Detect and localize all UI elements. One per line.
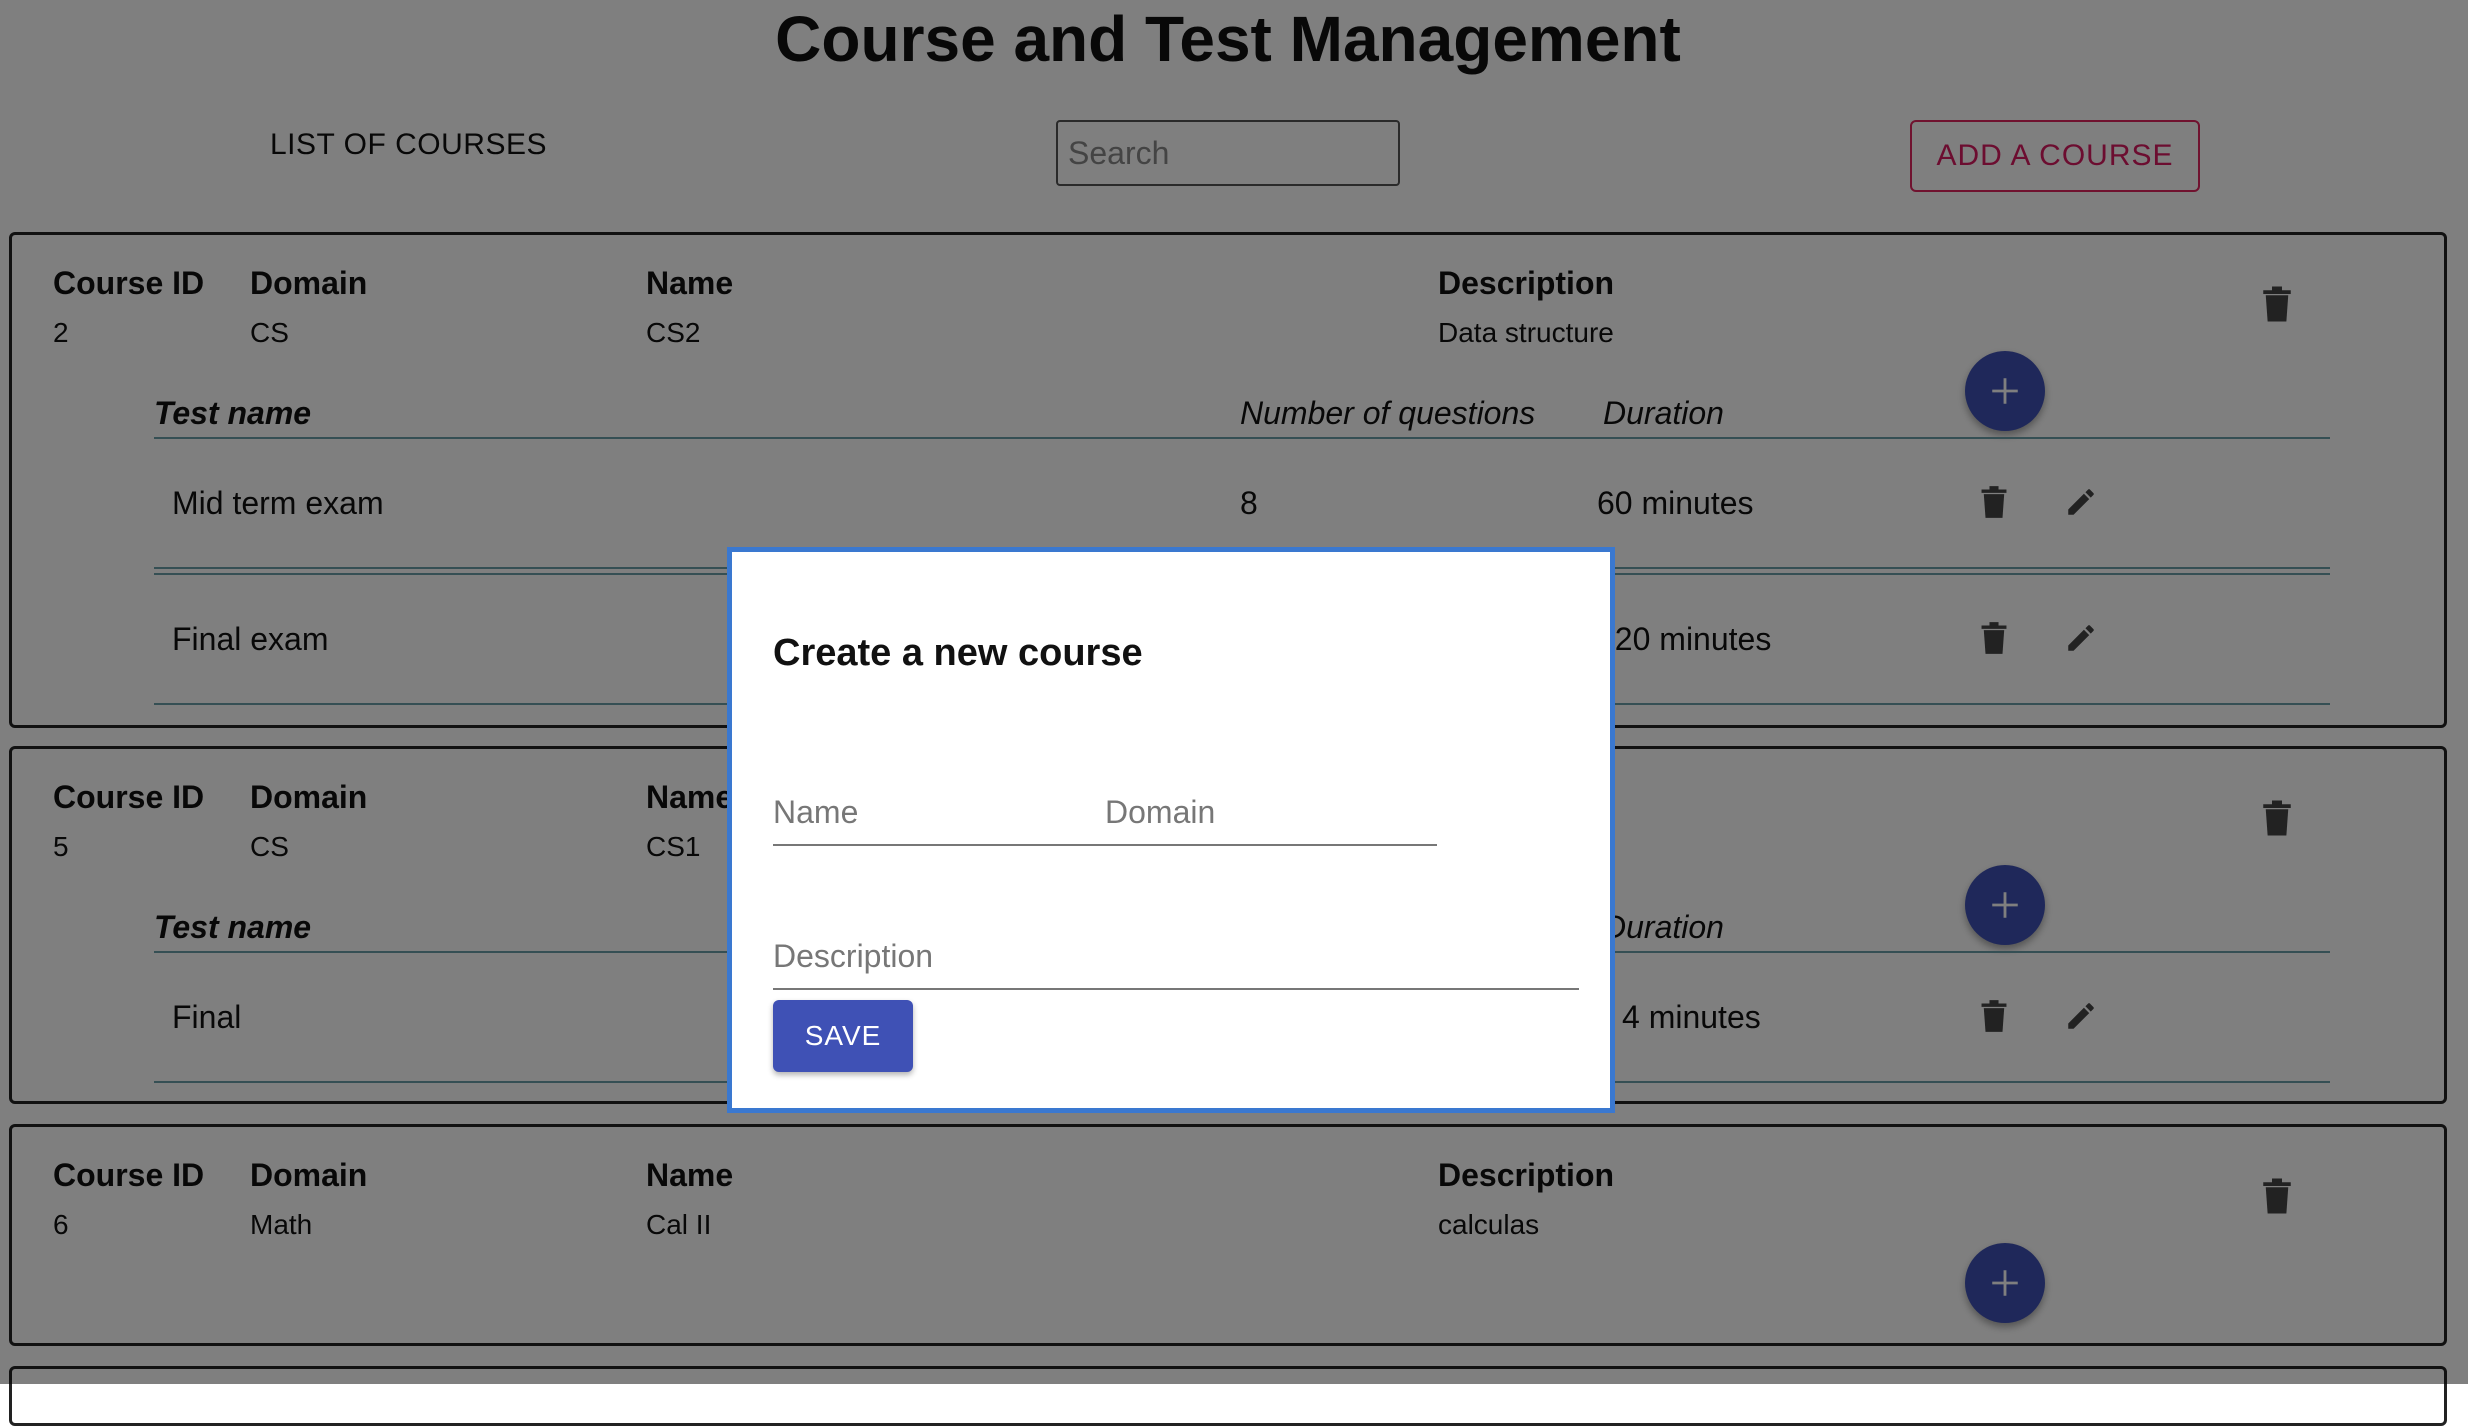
description-field[interactable] xyxy=(773,934,1579,990)
save-button[interactable]: SAVE xyxy=(773,1000,913,1072)
create-course-dialog: Create a new course SAVE xyxy=(727,547,1615,1113)
name-field[interactable] xyxy=(773,790,1105,846)
course-management-page: Course and Test Management LIST OF COURS… xyxy=(0,0,2468,1426)
domain-field[interactable] xyxy=(1105,790,1437,846)
dialog-title: Create a new course xyxy=(773,632,1143,674)
